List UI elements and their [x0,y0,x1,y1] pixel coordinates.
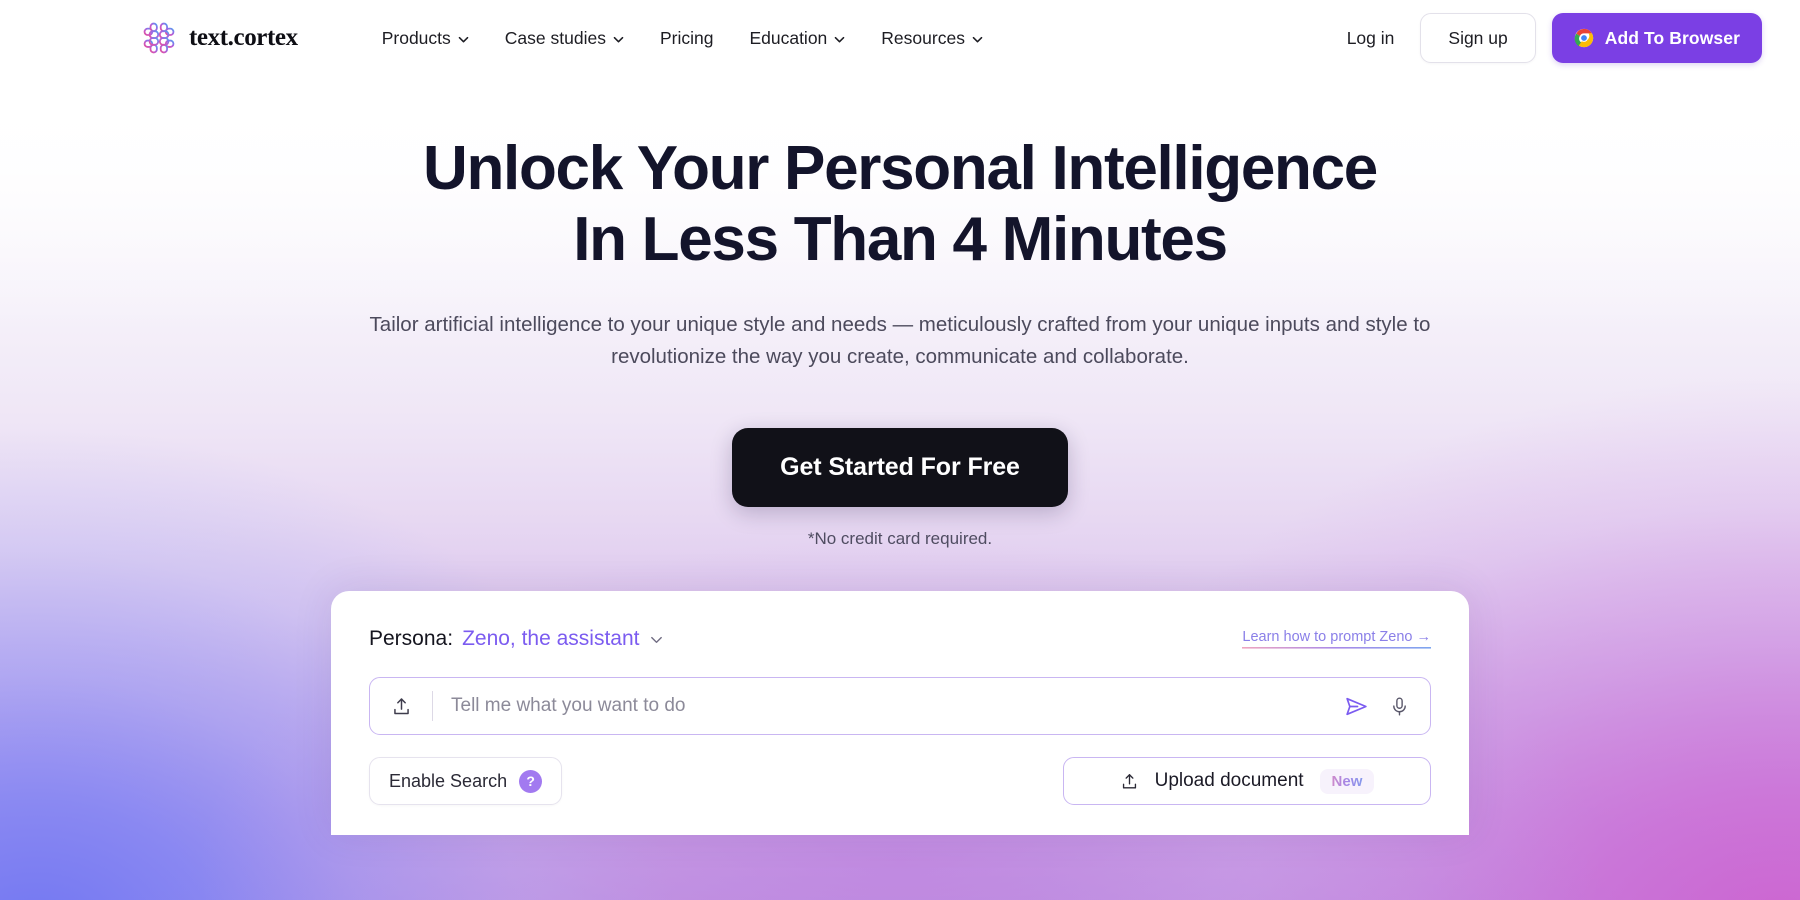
get-started-label: Get Started For Free [780,453,1020,482]
login-link[interactable]: Log in [1321,28,1421,49]
chevron-down-icon [613,36,624,42]
brand-name: text.cortex [189,24,298,51]
nav-label-education: Education [749,27,828,48]
help-question-icon[interactable]: ? [519,769,543,793]
header-actions: Log in Sign up Add To Browser [1321,13,1762,63]
signup-label: Sign up [1448,27,1508,48]
upload-icon [1122,773,1136,789]
new-badge: New [1320,769,1375,794]
page-root: text.cortex Products Case studies Pricin… [0,0,1800,900]
enable-search-label: Enable Search [389,770,508,791]
nav-item-education[interactable]: Education [749,28,845,49]
persona-value[interactable]: Zeno, the assistant [462,627,639,651]
upload-document-label: Upload document [1154,770,1304,792]
page-title: Unlock Your Personal Intelligence In Les… [0,134,1800,275]
signup-button[interactable]: Sign up [1420,13,1536,63]
enable-search-button[interactable]: Enable Search ? [369,757,563,806]
nav-item-resources[interactable]: Resources [881,28,983,49]
prompt-actions [1344,694,1414,719]
no-credit-card-note: *No credit card required. [807,529,993,549]
chevron-down-icon [458,36,469,42]
new-badge-wrap: New [1319,768,1375,794]
hero-section: Unlock Your Personal Intelligence In Les… [0,134,1800,549]
chevron-down-icon [972,36,983,42]
chrome-icon [1574,28,1593,48]
prompt-card-wrap: Persona: Zeno, the assistant Learn how t… [0,591,1800,836]
get-started-button[interactable]: Get Started For Free [732,428,1068,508]
nav-item-case-studies[interactable]: Case studies [505,28,624,49]
brand-logo-link[interactable]: text.cortex [142,21,298,55]
persona-label: Persona: [369,627,454,651]
persona-selector[interactable]: Persona: Zeno, the assistant [369,627,664,651]
add-to-browser-button[interactable]: Add To Browser [1551,13,1762,63]
prompt-input-box[interactable] [369,677,1431,736]
subtitle-line-1: Tailor artificial intelligence to your u… [369,313,1360,337]
learn-how-to-prompt-link[interactable]: Learn how to prompt Zeno → [1242,629,1431,650]
prompt-input[interactable] [433,695,1344,718]
headline-line-2: In Less Than 4 Minutes [573,204,1228,274]
upload-icon [393,697,409,714]
hero-cta-wrap: Get Started For Free *No credit card req… [0,428,1800,549]
prompt-upload-button[interactable] [370,678,432,734]
nav-label-resources: Resources [881,27,965,48]
chevron-down-icon [650,636,662,643]
add-to-browser-label: Add To Browser [1604,27,1740,48]
nav-item-pricing[interactable]: Pricing [660,28,714,49]
prompt-card-header: Persona: Zeno, the assistant Learn how t… [369,627,1431,651]
prompt-card: Persona: Zeno, the assistant Learn how t… [331,591,1469,836]
brain-petals-logo-icon [143,22,175,54]
upload-document-button[interactable]: Upload document New [1063,757,1431,806]
main-nav: Products Case studies Pricing Education [382,28,983,49]
prompt-card-footer: Enable Search ? Upload document New [369,757,1431,806]
hero-subtitle: Tailor artificial intelligence to your u… [320,309,1480,372]
send-paper-plane-icon[interactable] [1344,694,1369,719]
nav-label-products: Products [381,27,451,48]
nav-item-products[interactable]: Products [382,28,469,49]
headline-line-1: Unlock Your Personal Intelligence [423,134,1378,203]
nav-label-case-studies: Case studies [504,27,606,48]
nav-label-pricing: Pricing [659,27,714,48]
chevron-down-icon [834,36,845,42]
microphone-icon[interactable] [1389,696,1410,717]
site-header: text.cortex Products Case studies Pricin… [0,0,1800,76]
